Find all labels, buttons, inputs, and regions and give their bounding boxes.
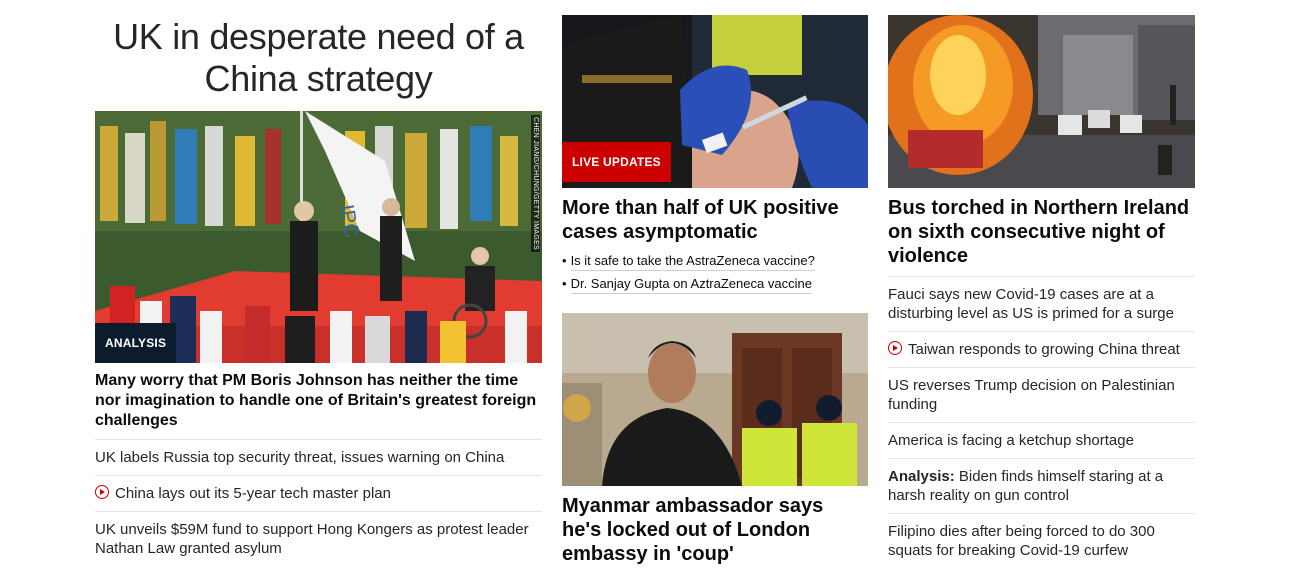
bus-headline-link[interactable]: Bus torched in Northern Ireland on sixth… [888, 196, 1195, 277]
list-item-text: Taiwan responds to growing China threat [908, 341, 1180, 358]
sub-link[interactable]: Is it safe to take the AstraZeneca vacci… [570, 250, 815, 271]
list-item-text: America is facing a ketchup shortage [888, 432, 1134, 449]
analysis-tag: ANALYSIS [95, 323, 177, 363]
list-item-text: Fauci says new Covid-19 cases are at a d… [888, 286, 1174, 322]
bus-image[interactable] [888, 15, 1195, 188]
play-video-icon [888, 341, 902, 355]
sub-link[interactable]: Dr. Sanjay Gupta on AztraZeneca vaccine [570, 273, 812, 294]
related-stories-list: UK labels Russia top security threat, is… [95, 440, 542, 566]
feature-image[interactable]: IPC CHEN JIANG/CHUNG/GETTY IMAGES ANALYS… [95, 111, 542, 363]
bullet-icon: • [562, 276, 567, 291]
vaccine-image[interactable]: LIVE UPDATES [562, 15, 868, 188]
feature-column: UK in desperate need of a China strategy [95, 0, 542, 566]
list-item-text: UK unveils $59M fund to support Hong Kon… [95, 521, 529, 557]
myanmar-headline-link[interactable]: Myanmar ambassador says he's locked out … [562, 494, 868, 566]
bullet-icon: • [562, 253, 567, 268]
play-video-icon [95, 485, 109, 499]
vaccine-sub-links: • Is it safe to take the AstraZeneca vacc… [562, 250, 868, 294]
myanmar-card: Myanmar ambassador says he's locked out … [562, 313, 868, 566]
vaccine-headline-link[interactable]: More than half of UK positive cases asym… [562, 196, 868, 244]
list-item[interactable]: America is facing a ketchup shortage [888, 423, 1195, 459]
list-item[interactable]: UK labels Russia top security threat, is… [95, 440, 542, 476]
list-item[interactable]: China lays out its 5-year tech master pl… [95, 476, 542, 512]
list-item[interactable]: Filipino dies after being forced to do 3… [888, 514, 1195, 568]
right-column: Bus torched in Northern Ireland on sixth… [888, 0, 1195, 568]
analysis-prefix: Analysis: [888, 468, 955, 485]
list-item-text: Filipino dies after being forced to do 3… [888, 523, 1155, 559]
ambassador-photo [562, 313, 868, 486]
right-stories-list: Fauci says new Covid-19 cases are at a d… [888, 277, 1195, 568]
list-item[interactable]: US reverses Trump decision on Palestinia… [888, 368, 1195, 423]
bus-fire-photo [888, 15, 1195, 188]
list-item[interactable]: UK unveils $59M fund to support Hong Kon… [95, 512, 542, 566]
list-item[interactable]: Fauci says new Covid-19 cases are at a d… [888, 277, 1195, 332]
myanmar-image[interactable] [562, 313, 868, 486]
middle-column: LIVE UPDATES More than half of UK positi… [562, 0, 868, 566]
list-item-text: China lays out its 5-year tech master pl… [115, 485, 391, 502]
list-item[interactable]: Taiwan responds to growing China threat [888, 332, 1195, 368]
feature-lead-link[interactable]: Many worry that PM Boris Johnson has nei… [95, 371, 542, 440]
list-item-text: US reverses Trump decision on Palestinia… [888, 377, 1175, 413]
list-item-text: UK labels Russia top security threat, is… [95, 449, 505, 466]
feature-headline[interactable]: UK in desperate need of a China strategy [95, 0, 542, 100]
list-item[interactable]: Analysis: Biden finds himself staring at… [888, 459, 1195, 514]
live-updates-tag: LIVE UPDATES [562, 142, 671, 182]
image-credit: CHEN JIANG/CHUNG/GETTY IMAGES [531, 115, 540, 253]
